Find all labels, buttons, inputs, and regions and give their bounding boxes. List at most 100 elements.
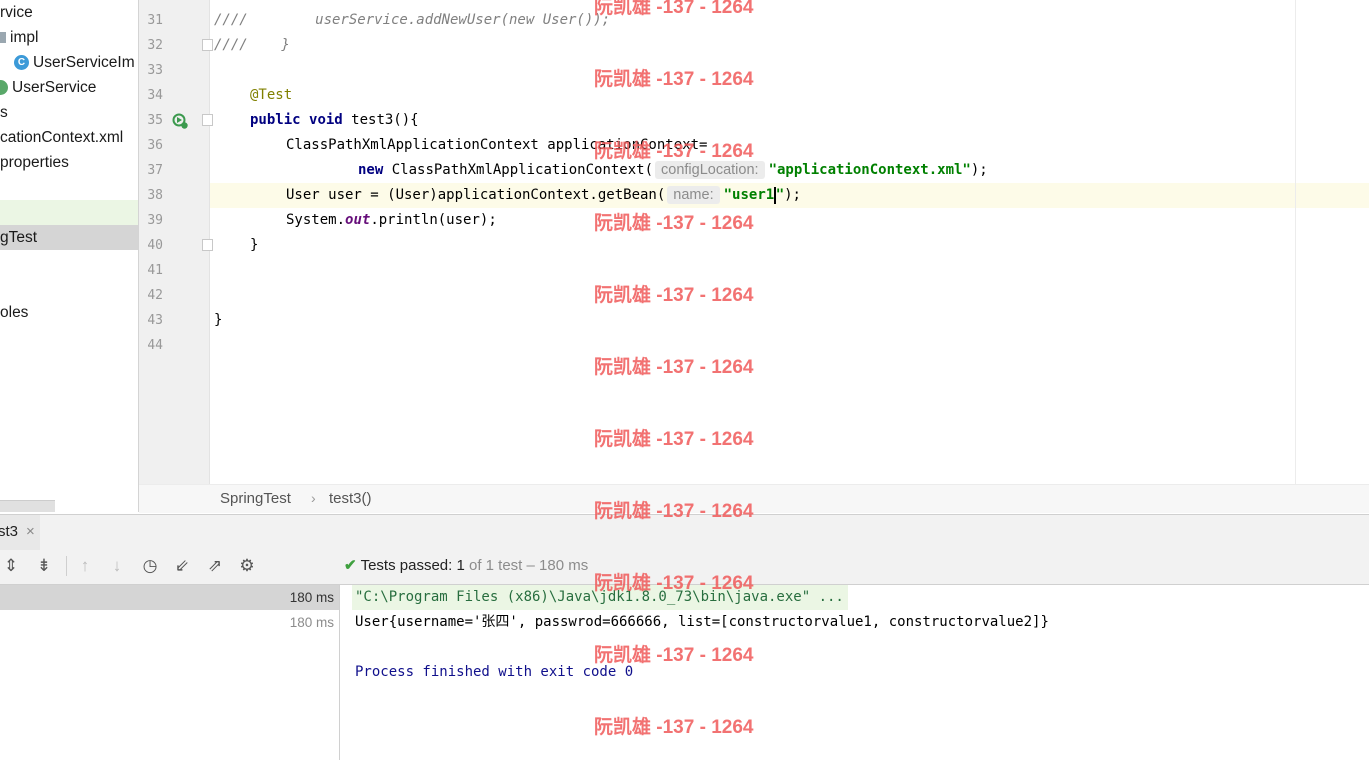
tree-item-label: impl (10, 29, 39, 46)
constructor-call: ClassPathXmlApplicationContext( (383, 162, 654, 178)
code-line-43: } (214, 312, 223, 328)
fold-marker-icon[interactable] (202, 239, 213, 251)
editor-gutter: 31 32 33 34 35 36 37 38 39 40 41 42 43 4… (139, 0, 213, 484)
export-tests-icon[interactable]: ⇗ (204, 555, 226, 577)
line-number: 40 (147, 238, 163, 253)
string-literal: "user1 (723, 187, 775, 203)
run-toolbar: ⇕ ⇟ ↑ ↓ ◷ ⇙ ⇗ ⚙ ✔ Tests passed: 1 of 1 te… (0, 550, 1369, 585)
run-tab-bar: st3 × (0, 514, 1369, 552)
tree-horizontal-scrollbar[interactable] (0, 500, 55, 512)
line-number: 34 (147, 88, 163, 103)
code-line-36: ClassPathXmlApplicationContext applicati… (286, 137, 708, 153)
run-test-icon[interactable] (172, 113, 188, 129)
test-row-test3[interactable]: 180 ms (0, 610, 339, 635)
static-field: out (345, 212, 371, 228)
breadcrumb-method[interactable]: test3() (329, 490, 372, 507)
code-editor[interactable]: 31 32 33 34 35 36 37 38 39 40 41 42 43 4… (139, 0, 1369, 484)
status-detail: of 1 test – 180 ms (468, 557, 589, 574)
breadcrumb-class[interactable]: SpringTest (220, 490, 291, 507)
fold-marker-icon[interactable] (202, 114, 213, 126)
string-literal-end: " (775, 187, 785, 203)
test-history-icon[interactable]: ◷ (139, 555, 161, 577)
code-statement: User user = (User)applicationContext.get… (286, 187, 666, 203)
breadcrumb: SpringTest › test3() (139, 484, 1369, 513)
collapse-all-icon[interactable]: ⇟ (33, 555, 55, 577)
keyword-new: new (358, 162, 384, 178)
test-duration: 180 ms (289, 615, 334, 630)
code-line-38: User user = (User)applicationContext.get… (286, 183, 801, 208)
tree-item-userserviceimpl[interactable]: C UserServiceIm (14, 50, 135, 75)
interface-icon (0, 80, 8, 96)
tree-item-userservice[interactable]: UserService (0, 75, 96, 100)
folder-icon (0, 32, 6, 44)
check-icon: ✔ (344, 557, 357, 574)
console-exit-line: Process finished with exit code 0 (355, 664, 634, 680)
method-signature: test3(){ (342, 112, 419, 128)
line-number: 36 (147, 138, 163, 153)
tree-item-label: properties (0, 154, 69, 171)
code-line-34: @Test (250, 87, 293, 103)
code-punct: ); (970, 162, 988, 178)
parameter-hint: configLocation: (655, 161, 765, 179)
right-margin-guide (1295, 0, 1296, 484)
console-output[interactable]: "C:\Program Files (x86)\Java\jdk1.8.0_73… (340, 585, 1369, 760)
tree-item-impl[interactable]: impl (0, 25, 38, 50)
status-label: Tests passed: (360, 557, 453, 574)
close-icon[interactable]: × (26, 523, 35, 540)
test-results-tree: 180 ms 180 ms (0, 585, 340, 760)
project-tree: rvice impl C UserServiceIm UserService s … (0, 0, 139, 512)
code-text: .println(user); (370, 212, 497, 228)
test-status: ✔ Tests passed: 1 of 1 test – 180 ms (344, 556, 588, 574)
tree-item-resources[interactable]: s (0, 100, 8, 125)
breadcrumb-separator: › (311, 490, 316, 506)
previous-failed-icon[interactable]: ↑ (74, 555, 96, 577)
line-number: 41 (147, 263, 163, 278)
tree-item-external-libraries[interactable]: oles (0, 300, 28, 325)
import-tests-icon[interactable]: ⇙ (171, 555, 193, 577)
tree-item-applicationcontext-xml[interactable]: cationContext.xml (0, 125, 123, 150)
line-number: 37 (147, 163, 163, 178)
console-command-line: "C:\Program Files (x86)\Java\jdk1.8.0_73… (352, 585, 848, 610)
line-number: 44 (147, 338, 163, 353)
tree-item-label: rvice (0, 4, 33, 21)
tree-item-properties[interactable]: properties (0, 150, 69, 175)
code-line-31: //// userService.addNewUser(new User()); (214, 12, 611, 28)
code-line-35: public void test3(){ (250, 108, 419, 133)
tree-item-label: oles (0, 304, 29, 321)
tree-item-label: cationContext.xml (0, 129, 124, 146)
tree-item-springtest[interactable]: gTest (0, 225, 138, 250)
tree-item-label: UserService (12, 79, 97, 96)
keyword-void: void (309, 112, 343, 128)
code-line-32: //// } (214, 37, 290, 53)
line-number: 35 (147, 113, 163, 128)
tree-item-label: s (0, 104, 8, 121)
next-failed-icon[interactable]: ↓ (106, 555, 128, 577)
test-row-root[interactable]: 180 ms (0, 585, 339, 610)
tree-item-service-package[interactable]: rvice (0, 0, 33, 25)
fold-marker-icon[interactable] (202, 39, 213, 51)
code-punct: ); (784, 187, 801, 203)
class-icon: C (14, 55, 29, 71)
toolbar-separator (66, 556, 67, 576)
line-number: 33 (147, 63, 163, 78)
settings-gear-icon[interactable]: ⚙ (236, 555, 258, 577)
run-tab[interactable]: st3 × (0, 515, 40, 551)
run-tab-label: st3 (0, 523, 19, 540)
tree-item-label: gTest (0, 229, 38, 246)
console-output-line: User{username='张四', passwrod=666666, lis… (355, 614, 1049, 630)
string-literal: "applicationContext.xml" (768, 162, 971, 178)
line-number: 32 (147, 38, 163, 53)
line-number: 39 (147, 213, 163, 228)
line-number: 38 (147, 188, 163, 203)
keyword-public: public (250, 112, 301, 128)
code-line-39: System.out.println(user); (286, 208, 497, 233)
expand-all-icon[interactable]: ⇕ (0, 555, 22, 577)
tree-highlight-row (0, 200, 138, 225)
code-text: System. (286, 212, 346, 228)
line-number: 31 (147, 13, 163, 28)
status-count: 1 (456, 557, 465, 574)
line-number: 42 (147, 288, 163, 303)
code-line-37: new ClassPathXmlApplicationContext(confi… (358, 158, 988, 183)
tree-item-label: UserServiceIm (33, 54, 135, 71)
test-duration: 180 ms (289, 590, 334, 605)
